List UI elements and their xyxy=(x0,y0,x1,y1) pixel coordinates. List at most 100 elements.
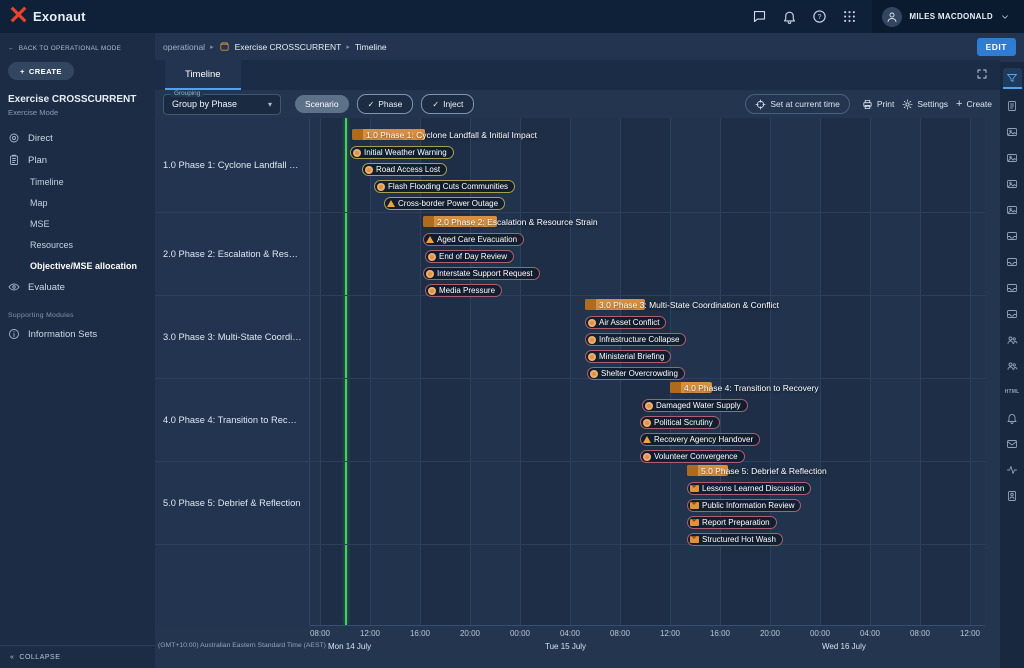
axis-time-label: 00:00 xyxy=(810,629,830,638)
axis-time-label: 04:00 xyxy=(860,629,880,638)
time-axis: 08:0012:0016:0020:0000:0004:0008:0012:00… xyxy=(310,625,985,665)
sidebar-item-timeline[interactable]: Timeline xyxy=(0,171,155,192)
tray-icon-2[interactable] xyxy=(1003,252,1022,271)
scenario-chip[interactable]: Scenario xyxy=(295,95,349,113)
triangle-icon xyxy=(426,236,434,243)
sidebar-item-objective-mse-allocation[interactable]: Objective/MSE allocation xyxy=(0,255,155,276)
inject-label: Volunteer Convergence xyxy=(654,452,738,461)
axis-time-label: 12:00 xyxy=(360,629,380,638)
tray-icon-3[interactable] xyxy=(1003,278,1022,297)
html-icon[interactable]: HTML xyxy=(1003,382,1022,401)
sidebar-item-information-sets[interactable]: Information Sets xyxy=(0,323,155,345)
eye-icon xyxy=(8,281,20,293)
circle-icon xyxy=(365,166,373,174)
inject-item[interactable]: Damaged Water Supply xyxy=(642,399,748,412)
print-button[interactable]: Print xyxy=(862,99,894,110)
panel-icon-4[interactable] xyxy=(1003,200,1022,219)
back-arrow-icon: ← xyxy=(8,45,15,52)
sidebar-item-map[interactable]: Map xyxy=(0,192,155,213)
sidebar-item-plan[interactable]: Plan xyxy=(0,149,155,171)
users-icon-2[interactable] xyxy=(1003,356,1022,375)
axis-time-label: 00:00 xyxy=(510,629,530,638)
timeline-lane: 5.0 Phase 5: Debrief & Reflection Lessons… xyxy=(310,462,985,545)
phase-bar-label: 4.0 Phase 4: Transition to Recovery xyxy=(684,383,819,393)
circle-icon xyxy=(588,319,596,327)
inject-item[interactable]: Public Information Review xyxy=(687,499,801,512)
notifications-icon[interactable] xyxy=(774,0,804,33)
inject-item[interactable]: Initial Weather Warning xyxy=(350,146,454,159)
panel-icon-1[interactable] xyxy=(1003,122,1022,141)
id-badge-icon[interactable] xyxy=(1003,486,1022,505)
tab-timeline[interactable]: Timeline xyxy=(165,60,241,90)
timeline-row-labels: 1.0 Phase 1: Cyclone Landfall & Initia..… xyxy=(155,118,310,625)
inject-item[interactable]: Cross-border Power Outage xyxy=(384,197,505,210)
timeline-chart[interactable]: 1.0 Phase 1: Cyclone Landfall & Initial … xyxy=(310,118,985,625)
inject-label: Aged Care Evacuation xyxy=(437,235,517,244)
inject-item[interactable]: Structured Hot Wash xyxy=(687,533,783,546)
document-icon[interactable] xyxy=(1003,96,1022,115)
sidebar-create-button[interactable]: + CREATE xyxy=(8,62,74,80)
inject-item[interactable]: Road Access Lost xyxy=(362,163,447,176)
target-icon xyxy=(8,132,20,144)
grouping-select[interactable]: Grouping Group by Phase ▾ xyxy=(163,94,281,115)
axis-time-label: 08:00 xyxy=(610,629,630,638)
tray-icon-1[interactable] xyxy=(1003,226,1022,245)
tray-icon-4[interactable] xyxy=(1003,304,1022,323)
inject-item[interactable]: Ministerial Briefing xyxy=(585,350,671,363)
inject-chip[interactable]: ✓ Inject xyxy=(421,94,474,114)
back-to-operational-link[interactable]: ← BACK TO OPERATIONAL MODE xyxy=(0,33,155,52)
mail-icon[interactable] xyxy=(1003,434,1022,453)
apps-grid-icon[interactable] xyxy=(834,0,864,33)
help-icon[interactable]: ? xyxy=(804,0,834,33)
set-at-current-time-button[interactable]: Set at current time xyxy=(745,94,849,114)
inject-item[interactable]: Recovery Agency Handover xyxy=(640,433,760,446)
inject-item[interactable]: Aged Care Evacuation xyxy=(423,233,524,246)
phase-bar-label: 5.0 Phase 5: Debrief & Reflection xyxy=(701,466,827,476)
panel-icon-3[interactable] xyxy=(1003,174,1022,193)
inject-item[interactable]: Interstate Support Request xyxy=(423,267,540,280)
user-menu[interactable]: MILES MACDONALD xyxy=(872,0,1024,33)
inject-item[interactable]: Political Scrutiny xyxy=(640,416,720,429)
inject-item[interactable]: Lessons Learned Discussion xyxy=(687,482,811,495)
bell-icon[interactable] xyxy=(1003,408,1022,427)
circle-icon xyxy=(645,402,653,410)
axis-time-label: 16:00 xyxy=(410,629,430,638)
plus-icon: + xyxy=(956,99,962,110)
fullscreen-icon[interactable] xyxy=(976,68,988,80)
inject-item[interactable]: Report Preparation xyxy=(687,516,777,529)
collapse-sidebar-button[interactable]: « COLLAPSE xyxy=(0,645,155,668)
breadcrumb: operational ▸ Exercise CROSSCURRENT ▸ Ti… xyxy=(163,41,387,52)
breadcrumb-timeline[interactable]: Timeline xyxy=(355,42,387,52)
filter-icon[interactable] xyxy=(1003,68,1022,89)
sidebar-item-resources[interactable]: Resources xyxy=(0,234,155,255)
inject-item[interactable]: Air Asset Conflict xyxy=(585,316,666,329)
settings-button[interactable]: Settings xyxy=(902,99,948,110)
sidebar-item-direct[interactable]: Direct xyxy=(0,127,155,149)
breadcrumb-operational[interactable]: operational xyxy=(163,42,205,52)
users-icon-1[interactable] xyxy=(1003,330,1022,349)
axis-time-label: 12:00 xyxy=(660,629,680,638)
circle-icon xyxy=(426,270,434,278)
breadcrumb-separator-icon: ▸ xyxy=(210,43,214,51)
phase-bar-label: 1.0 Phase 1: Cyclone Landfall & Initial … xyxy=(366,130,537,140)
timeline-group-label: 5.0 Phase 5: Debrief & Reflection xyxy=(155,462,310,545)
breadcrumb-exercise[interactable]: Exercise CROSSCURRENT xyxy=(235,42,342,52)
inject-item[interactable]: Infrastructure Collapse xyxy=(585,333,686,346)
chat-icon[interactable] xyxy=(744,0,774,33)
axis-time-label: 04:00 xyxy=(560,629,580,638)
sidebar-item-mse[interactable]: MSE xyxy=(0,213,155,234)
check-icon: ✓ xyxy=(368,100,375,109)
printer-icon xyxy=(862,99,873,110)
inject-item[interactable]: End of Day Review xyxy=(425,250,514,263)
sidebar-item-evaluate[interactable]: Evaluate xyxy=(0,276,155,298)
inject-item[interactable]: Flash Flooding Cuts Communities xyxy=(374,180,515,193)
person-icon xyxy=(886,11,898,23)
activity-icon[interactable] xyxy=(1003,460,1022,479)
inject-label: Media Pressure xyxy=(439,286,495,295)
create-button[interactable]: + Create xyxy=(956,99,992,110)
panel-icon-2[interactable] xyxy=(1003,148,1022,167)
brand-name: Exonaut xyxy=(33,9,86,24)
edit-button[interactable]: EDIT xyxy=(977,38,1016,56)
create-label: CREATE xyxy=(29,67,62,76)
phase-chip[interactable]: ✓ Phase xyxy=(357,94,414,114)
